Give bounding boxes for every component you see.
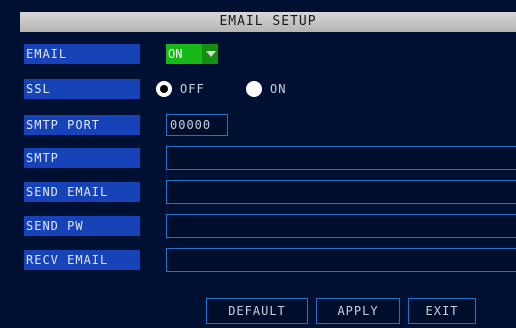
smtp-port-input[interactable]: 00000 [166, 114, 228, 136]
default-button[interactable]: DEFAULT [206, 298, 308, 324]
smtp-input[interactable] [166, 146, 516, 170]
recv-email-label: RECV EMAIL [24, 250, 140, 270]
chevron-down-icon[interactable] [202, 44, 218, 64]
send-pw-label: SEND PW [24, 216, 140, 236]
apply-button[interactable]: APPLY [316, 298, 400, 324]
smtp-port-label: SMTP PORT [24, 115, 140, 135]
ssl-on-label: ON [270, 82, 287, 96]
ssl-on-radio[interactable] [246, 81, 262, 97]
ssl-label: SSL [24, 79, 140, 99]
ssl-off-radio[interactable] [156, 81, 172, 97]
send-email-input[interactable] [166, 180, 516, 204]
email-label: EMAIL [24, 44, 140, 64]
recv-email-input[interactable] [166, 248, 516, 272]
exit-button[interactable]: EXIT [408, 298, 476, 324]
email-dropdown[interactable]: ON [166, 44, 218, 64]
ssl-off-label: OFF [180, 82, 205, 96]
email-setup-screen: EMAIL SETUP EMAIL ON SSL OFF ON SMTP POR… [0, 0, 516, 328]
send-email-label: SEND EMAIL [24, 182, 140, 202]
page-title: EMAIL SETUP [20, 12, 516, 32]
email-dropdown-value: ON [166, 44, 202, 64]
send-pw-input[interactable] [166, 214, 516, 238]
smtp-label: SMTP [24, 148, 140, 168]
